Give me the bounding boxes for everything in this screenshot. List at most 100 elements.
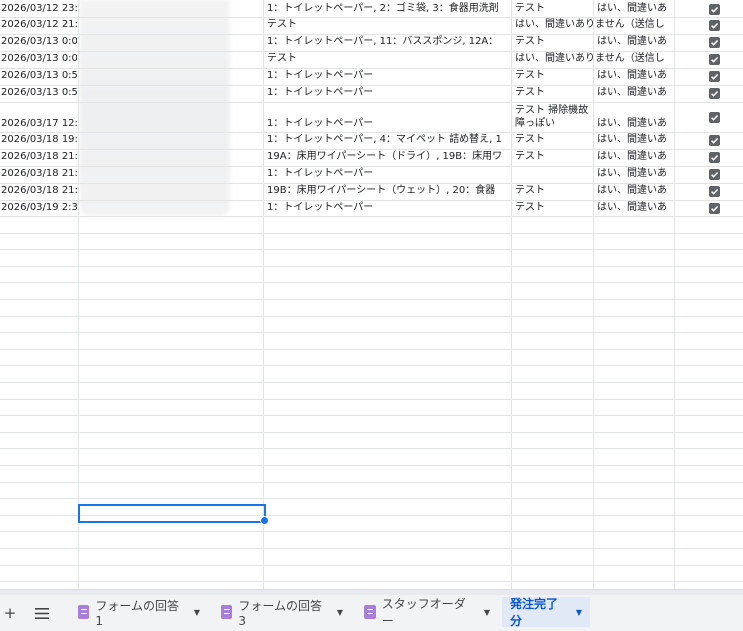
- items-cell[interactable]: 1：トイレットペーパー: [267, 166, 510, 182]
- note-cell[interactable]: テスト: [515, 1, 591, 17]
- confirm-cell[interactable]: はい、間違いあ: [597, 85, 673, 101]
- note-cell[interactable]: [515, 166, 591, 182]
- items-cell[interactable]: 19B：床用ワイパーシート（ウェット）, 20：食器: [267, 183, 510, 199]
- row-divider: [0, 565, 743, 566]
- check-icon: [711, 138, 719, 144]
- chevron-down-icon[interactable]: ▼: [484, 608, 490, 617]
- check-icon: [711, 91, 719, 97]
- tab-sheet-1[interactable]: フォームの回答 1 ▼: [70, 597, 208, 628]
- column-divider: [674, 0, 675, 589]
- note-cell[interactable]: テスト 掃除機故障っぽい: [515, 104, 591, 132]
- checkbox[interactable]: [709, 4, 720, 15]
- note-cell[interactable]: テスト: [515, 200, 591, 216]
- row-divider: [0, 349, 743, 350]
- add-sheet-button[interactable]: +: [2, 602, 18, 624]
- form-icon: [221, 605, 233, 619]
- confirm-cell[interactable]: はい、間違いあ: [597, 183, 673, 199]
- confirm-cell[interactable]: はい、間違いあ: [597, 68, 673, 84]
- checkbox[interactable]: [709, 203, 720, 214]
- checkbox[interactable]: [709, 20, 720, 31]
- note-cell[interactable]: テスト: [515, 132, 591, 148]
- row-divider: [0, 548, 743, 549]
- confirm-cell[interactable]: はい、間違いあ: [597, 149, 673, 165]
- items-cell[interactable]: 1：トイレットペーパー, 2：ゴミ袋, 3：食器用洗剤: [267, 1, 510, 17]
- note-cell[interactable]: テスト: [515, 149, 591, 165]
- row-divider: [0, 448, 743, 449]
- note-cell[interactable]: テスト: [515, 183, 591, 199]
- confirm-cell[interactable]: [597, 51, 673, 67]
- fill-handle[interactable]: [260, 516, 269, 525]
- items-cell[interactable]: 1：トイレットペーパー: [267, 116, 510, 132]
- items-cell[interactable]: テスト: [267, 51, 510, 67]
- all-sheets-button[interactable]: [32, 602, 52, 624]
- confirm-cell[interactable]: はい、間違いあ: [597, 132, 673, 148]
- row-divider: [0, 102, 743, 103]
- chevron-down-icon[interactable]: ▼: [194, 608, 200, 617]
- items-cell[interactable]: 19A：床用ワイパーシート（ドライ）, 19B：床用ワ: [267, 149, 510, 165]
- selected-cell[interactable]: [78, 504, 266, 523]
- timestamp-cell[interactable]: 2026/03/18 21:2: [1, 183, 77, 199]
- checkbox[interactable]: [709, 169, 720, 180]
- tab-sheet-3[interactable]: スタッフオーダー ▼: [356, 597, 498, 628]
- confirm-cell[interactable]: はい、間違いあ: [597, 166, 673, 182]
- note-cell[interactable]: テスト: [515, 34, 591, 50]
- timestamp-cell[interactable]: 2026/03/13 0:51: [1, 68, 77, 84]
- confirm-cell[interactable]: はい、間違いあ: [597, 34, 673, 50]
- checkbox[interactable]: [709, 88, 720, 99]
- row-divider: [0, 531, 743, 532]
- row-divider: [0, 282, 743, 283]
- note-cell[interactable]: テスト: [515, 85, 591, 101]
- chevron-down-icon[interactable]: ▼: [576, 608, 582, 617]
- form-icon: [364, 605, 376, 619]
- timestamp-cell[interactable]: 2026/03/18 21:2: [1, 166, 77, 182]
- timestamp-cell[interactable]: 2026/03/12 23:5: [1, 1, 77, 17]
- note-cell[interactable]: テスト: [515, 68, 591, 84]
- checkbox[interactable]: [709, 152, 720, 163]
- check-icon: [711, 206, 719, 212]
- timestamp-cell[interactable]: 2026/03/18 21:2: [1, 149, 77, 165]
- plus-icon: +: [3, 604, 17, 622]
- check-icon: [711, 74, 719, 80]
- check-icon: [711, 189, 719, 195]
- confirm-cell[interactable]: はい、間違いあ: [597, 116, 673, 132]
- confirm-cell[interactable]: [597, 17, 673, 33]
- checkbox[interactable]: [709, 54, 720, 65]
- chevron-down-icon[interactable]: ▼: [337, 608, 343, 617]
- row-divider: [0, 249, 743, 250]
- row-divider: [0, 332, 743, 333]
- items-cell[interactable]: 1：トイレットペーパー: [267, 85, 510, 101]
- items-cell[interactable]: 1：トイレットペーパー, 4：マイペット 詰め替え, 1: [267, 132, 510, 148]
- items-cell[interactable]: 1：トイレットペーパー: [267, 68, 510, 84]
- items-cell[interactable]: 1：トイレットペーパー, 11：バススポンジ, 12A：: [267, 34, 510, 50]
- timestamp-cell[interactable]: 2026/03/13 0:07: [1, 51, 77, 67]
- row-divider: [0, 266, 743, 267]
- checkbox[interactable]: [709, 112, 720, 123]
- checkbox[interactable]: [709, 71, 720, 82]
- row-divider: [0, 216, 743, 217]
- tab-sheet-4[interactable]: 発注完了分 ▼: [502, 597, 590, 628]
- column-divider: [593, 0, 594, 589]
- column-divider: [263, 0, 264, 589]
- check-icon: [711, 115, 719, 121]
- checkbox[interactable]: [709, 135, 720, 146]
- tab-label: フォームの回答 3: [238, 598, 323, 628]
- row-divider: [0, 498, 743, 499]
- items-cell[interactable]: 1：トイレットペーパー: [267, 200, 510, 216]
- confirm-cell[interactable]: はい、間違いあ: [597, 1, 673, 17]
- horizontal-scrollbar[interactable]: [0, 590, 743, 595]
- tab-label: フォームの回答 1: [95, 598, 180, 628]
- tab-label: スタッフオーダー: [381, 597, 466, 628]
- timestamp-cell[interactable]: 2026/03/13 0:08: [1, 34, 77, 50]
- timestamp-cell[interactable]: 2026/03/19 2:30: [1, 200, 77, 216]
- spreadsheet-grid[interactable]: 2026/03/12 23:5 1：トイレットペーパー, 2：ゴミ袋, 3：食器用…: [0, 0, 743, 589]
- checkbox[interactable]: [709, 37, 720, 48]
- row-divider: [0, 432, 743, 433]
- tab-sheet-2[interactable]: フォームの回答 3 ▼: [213, 597, 351, 628]
- items-cell[interactable]: テスト: [267, 17, 510, 33]
- confirm-cell[interactable]: はい、間違いあ: [597, 200, 673, 216]
- checkbox[interactable]: [709, 186, 720, 197]
- timestamp-cell[interactable]: 2026/03/13 0:51: [1, 85, 77, 101]
- timestamp-cell[interactable]: 2026/03/18 19:3: [1, 132, 77, 148]
- timestamp-cell[interactable]: 2026/03/17 12:4: [1, 116, 77, 132]
- timestamp-cell[interactable]: 2026/03/12 21:5: [1, 17, 77, 33]
